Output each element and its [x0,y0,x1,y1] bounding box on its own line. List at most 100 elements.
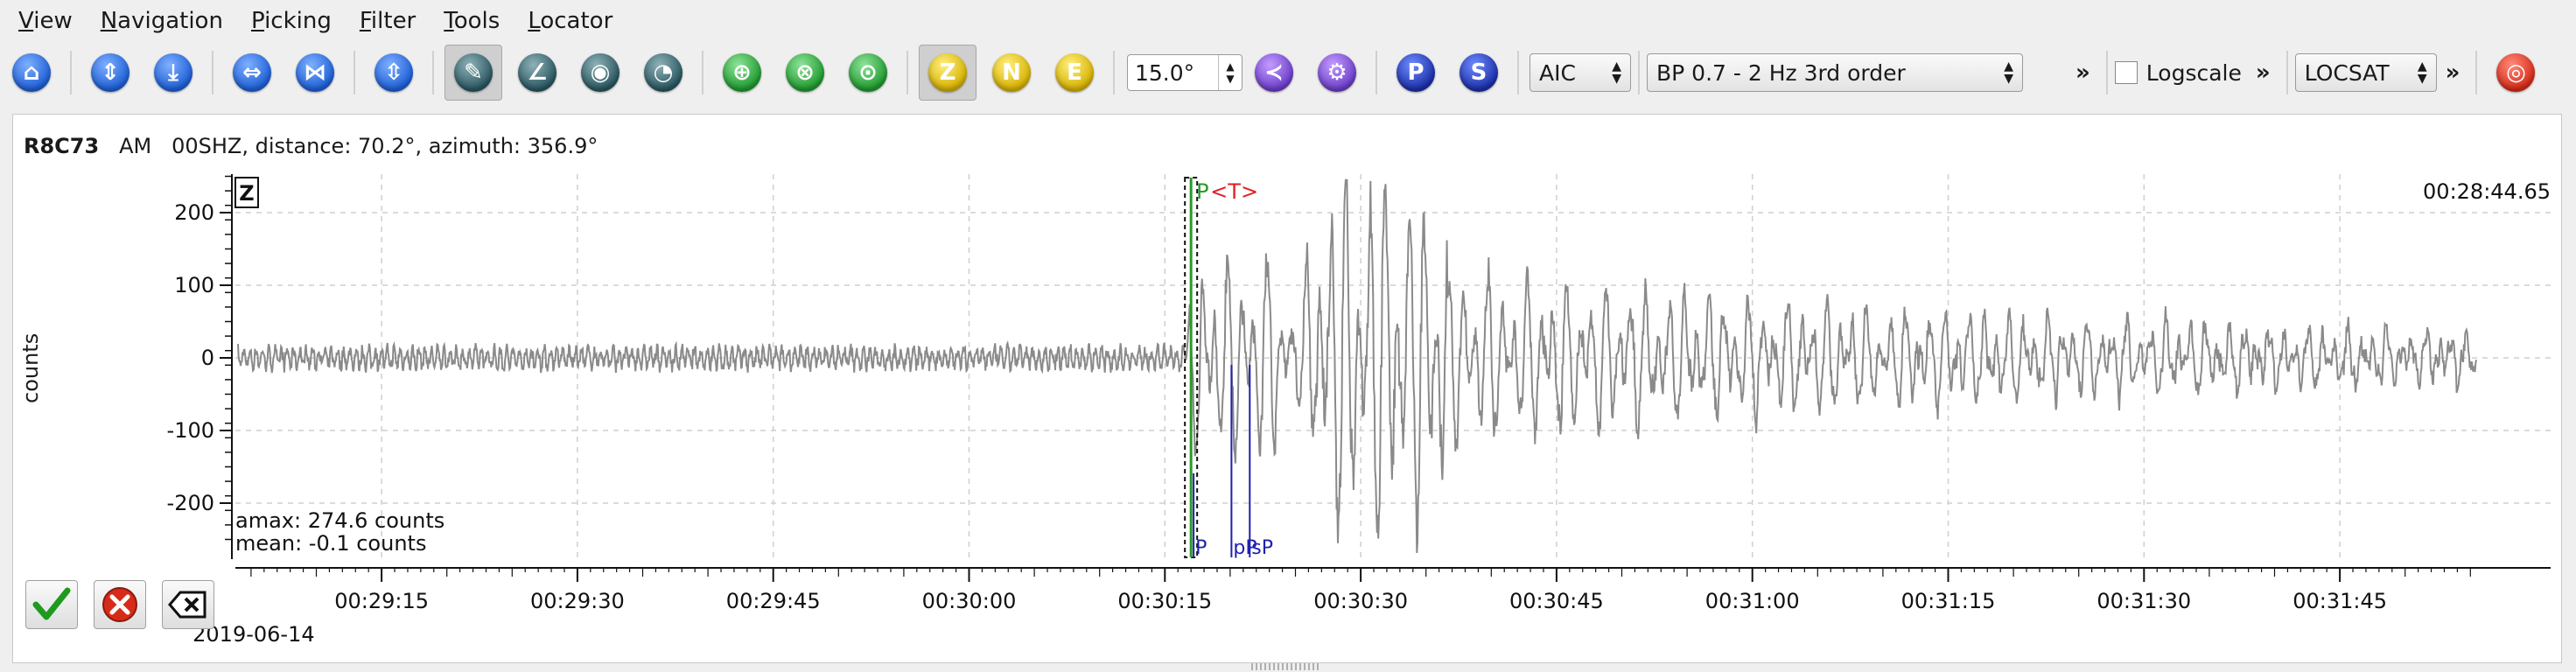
phase-label: P [1195,537,1207,559]
menu-navigation[interactable]: Navigation [91,8,233,34]
filter-select[interactable]: BP 0.7 - 2 Hz 3rd order ▲ ▼ [1647,53,2023,92]
polarization-icon: ◉ [581,53,620,92]
scale-icon: ⇳ [374,53,413,92]
pick-p-button[interactable]: P [1388,46,1444,100]
more-chevron[interactable]: » [2247,60,2279,86]
align-icon: ≺ [1255,53,1293,92]
y-tick-label: 200 [174,200,214,225]
updown-icon: ▲ ▼ [2004,60,2013,86]
toolbar-separator [1517,51,1519,94]
menu-mnemonic: V [18,8,34,34]
expand-vertical-icon: ⇕ [91,53,130,92]
home-button[interactable]: ⌂ [4,46,60,100]
menu-locator[interactable]: Locator [518,8,622,34]
clear-pick-button[interactable] [162,580,214,629]
toolbar-separator [2105,51,2108,94]
pick-tool-button[interactable]: ✎ [444,45,502,101]
menu-mnemonic: F [359,8,371,34]
settings-button[interactable]: ⚙ [1309,46,1365,100]
menu-bar: View Navigation Picking Filter Tools Locator [0,0,2576,42]
pick-s-icon: S [1460,53,1498,92]
menu-label: iew [33,8,73,34]
toolbar: ⌂ ⇕ ⤓ ⇔ ⋈ ⇳ ✎ ∠ ◉ ◔ ⊕ ⊗ ⊙ Z N E 15.0° ▲ ▼… [0,44,2576,102]
target-icon: ◎ [2496,53,2536,92]
component-e-icon: E [1055,53,1094,92]
theoretical-label: <T> [1210,179,1258,204]
menu-label: avigation [117,8,223,34]
more-chevron[interactable]: » [2067,60,2099,86]
reject-button[interactable] [94,580,146,629]
home-icon: ⌂ [12,53,51,92]
toolbar-separator [212,51,214,94]
expand-horizontal-icon: ⇔ [233,53,271,92]
align-button[interactable]: ≺ [1246,46,1302,100]
toolbar-separator [1113,51,1115,94]
spectrum-button[interactable]: ◔ [635,46,691,100]
filter-select-value: BP 0.7 - 2 Hz 3rd order [1656,60,1906,86]
toolbar-separator [70,51,72,94]
component-z-button[interactable]: Z [919,45,976,101]
mean-readout: mean: -0.1 counts [235,531,426,556]
more-chevron[interactable]: » [2437,60,2469,86]
time-readout: 00:28:44.65 [2423,179,2551,204]
accept-button[interactable] [25,580,78,629]
locator-select-value: LOCSAT [2304,60,2390,86]
resize-grip[interactable] [1251,663,1321,670]
x-tick-label: 00:31:30 [2096,589,2191,613]
rotate-lqt-button[interactable]: ⊙ [840,46,896,100]
collapse-horizontal-icon: ⋈ [296,53,334,92]
x-tick-label: 00:29:15 [334,589,429,613]
spectrum-icon: ◔ [644,53,682,92]
zoom-horizontal-in-button[interactable]: ⇔ [224,46,280,100]
menu-tools[interactable]: Tools [434,8,509,34]
zoom-vertical-in-button[interactable]: ⇕ [82,46,138,100]
menu-picking[interactable]: Picking [242,8,341,34]
menu-view[interactable]: View [9,8,82,34]
updown-icon: ▲ ▼ [2417,60,2427,86]
x-tick-label: 00:30:30 [1313,589,1408,613]
pick-p-icon: P [1396,53,1435,92]
logscale-checkbox[interactable] [2114,61,2138,84]
menu-mnemonic: L [528,8,541,34]
waveform-plot[interactable]: Z 00:28:44.65 200 100 0 -100 -200 00:29:15 00:29… [13,115,2563,664]
angle-tool-button[interactable]: ∠ [509,46,565,100]
polarization-button[interactable]: ◉ [572,46,628,100]
locator-select[interactable]: LOCSAT ▲ ▼ [2294,53,2437,92]
slowness-spinbox[interactable]: 15.0° ▲ ▼ [1127,54,1242,91]
zoom-vertical-out-button[interactable]: ⤓ [145,46,201,100]
zne-icon: ⊕ [723,53,761,92]
x-tick-label: 00:29:30 [530,589,625,613]
component-n-button[interactable]: N [984,46,1040,100]
menu-filter[interactable]: Filter [350,8,425,34]
toolbar-separator [1376,51,1377,94]
y-tick-label: 0 [201,346,214,370]
zoom-horizontal-out-button[interactable]: ⋈ [287,46,343,100]
toolbar-separator [354,51,355,94]
pick-s-button[interactable]: S [1451,46,1507,100]
spin-arrows-icon[interactable]: ▲ ▼ [1218,55,1242,90]
y-tick-label: -100 [167,418,214,443]
toolbar-separator [2286,51,2288,94]
x-tick-label: 00:30:00 [922,589,1017,613]
rotate-zne-button[interactable]: ⊕ [714,46,770,100]
toolbar-separator [432,51,434,94]
x-tick-label: 00:31:45 [2292,589,2387,613]
picker-select-value: AIC [1539,60,1576,86]
menu-label: ocator [540,8,613,34]
x-tick-label: 00:31:15 [1901,589,1996,613]
angle-icon: ∠ [518,53,556,92]
component-e-button[interactable]: E [1046,46,1102,100]
scale-button[interactable]: ⇳ [366,46,422,100]
zrt-icon: ⊗ [786,53,824,92]
x-tick-label: 00:30:15 [1117,589,1212,613]
logscale-label: Logscale [2146,60,2242,86]
gear-icon: ⚙ [1318,53,1356,92]
navigation-group: ⌂ ⇕ ⤓ ⇔ ⋈ ⇳ [0,46,441,100]
x-tick-label: 00:30:45 [1509,589,1604,613]
slowness-group: 15.0° ▲ ▼ ≺ ⚙ P S [1122,46,1526,100]
rotate-zrt-button[interactable]: ⊗ [777,46,833,100]
x-tick-label: 00:29:45 [726,589,821,613]
toolbar-separator [906,51,908,94]
relocate-button[interactable]: ◎ [2488,46,2544,100]
picker-select[interactable]: AIC ▲ ▼ [1530,53,1631,92]
